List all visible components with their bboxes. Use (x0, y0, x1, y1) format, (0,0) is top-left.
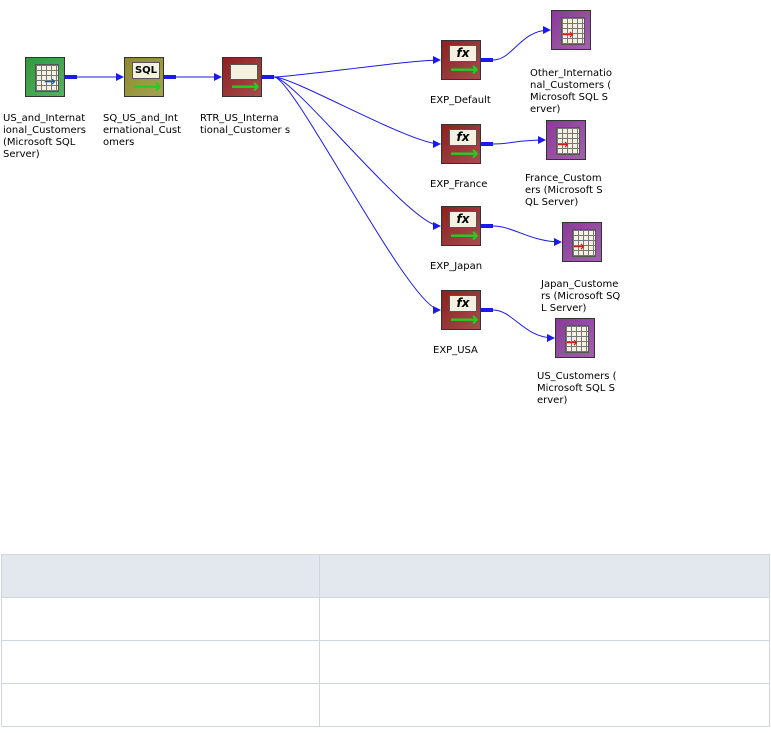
table-row (1, 640, 770, 684)
node-label-line: EXP_Default (430, 95, 491, 106)
node-label-line: omers (103, 137, 135, 148)
table-grid-icon: → (561, 17, 585, 45)
node-label: EXP_Default (430, 95, 491, 107)
table-cell (1, 597, 320, 641)
node-label-line: Microsoft SQL S (530, 92, 609, 103)
node-exp-default[interactable]: fx ⟶ (441, 40, 481, 80)
green-arrow-icon: ⟶ (450, 141, 479, 165)
table-cell (1, 640, 320, 684)
node-label: EXP_Japan (430, 261, 482, 273)
node-sq[interactable]: SQL ⟶ (124, 57, 164, 97)
node-src[interactable]: → (25, 57, 65, 97)
table-grid-icon: → (572, 229, 596, 257)
node-label-line: L Server) (541, 303, 587, 314)
node-label-line: Other_Internatio (530, 68, 612, 79)
node-label: US_Customers (Microsoft SQL Server) (537, 371, 617, 407)
node-label-line: France_Custom (525, 173, 602, 184)
node-label-line: SQ_US_and_Int (103, 113, 178, 124)
node-label: Other_Internatio nal_Customers (Microsoft… (530, 68, 612, 116)
node-label-line: EXP_Japan (430, 261, 483, 272)
node-label-line: ernational_Cust (103, 125, 182, 136)
arrow-in-icon: → (566, 335, 578, 351)
output-port[interactable] (481, 58, 493, 62)
node-label-line: Microsoft SQL S (537, 383, 616, 394)
edge-exp-default-to-tgt-other (492, 26, 551, 61)
output-port[interactable] (481, 142, 493, 146)
table-cell (1, 683, 320, 727)
table-grid-icon: → (556, 127, 580, 155)
node-tgt-japan[interactable]: → (562, 222, 602, 262)
output-port[interactable] (262, 75, 274, 79)
table-header-cell (1, 554, 320, 598)
node-label-line: Japan_Custome (541, 279, 619, 290)
node-label-line: EXP_USA (433, 345, 478, 356)
node-label-line: US_and_Internat (3, 113, 86, 124)
table-header-row (1, 554, 770, 598)
node-label-line: QL Server) (525, 197, 579, 208)
arrow-in-icon: → (562, 27, 574, 43)
node-label-line: Server) (3, 149, 40, 160)
table-row (1, 683, 770, 727)
node-label: Japan_Custome rs (Microsoft SQ L Server) (541, 279, 620, 315)
node-exp-france[interactable]: fx ⟶ (441, 124, 481, 164)
node-label-line: (Microsoft SQL (3, 137, 76, 148)
arrow-in-icon: → (557, 137, 569, 153)
table-cell (319, 640, 770, 684)
edge-rtr-to-exp-japan (273, 76, 441, 230)
table-grid-icon: → (35, 64, 59, 92)
table-cell (319, 683, 770, 727)
node-exp-japan[interactable]: fx ⟶ (441, 206, 481, 246)
node-label: SQ_US_and_Int ernational_Cust omers (103, 113, 181, 149)
table-grid-icon: → (565, 325, 589, 353)
green-arrow-icon: ⟶ (450, 57, 479, 81)
node-label-line: ional_Customers (3, 125, 86, 136)
node-label-line: nal_Customers ( (530, 80, 612, 91)
green-arrow-icon: ⟶ (450, 223, 479, 247)
edge-exp-japan-to-tgt-japan (492, 225, 562, 246)
output-port[interactable] (65, 75, 77, 79)
node-label: US_and_Internat ional_Customers (Microsoft… (3, 113, 86, 161)
node-label: EXP_France (430, 179, 487, 191)
green-arrow-icon: ⟶ (133, 74, 162, 98)
edge-rtr-to-exp-france (273, 76, 441, 148)
table-cell (319, 597, 770, 641)
green-arrow-icon: ⟶ (231, 74, 260, 98)
green-arrow-icon: ⟶ (450, 307, 479, 331)
node-label: RTR_US_Interna tional_Customer s (200, 113, 290, 137)
node-label-line: erver) (537, 395, 568, 406)
output-port[interactable] (481, 224, 493, 228)
edge-exp-france-to-tgt-france (492, 136, 546, 145)
node-tgt-france[interactable]: → (546, 120, 586, 160)
node-label-line: tional_Customer s (200, 125, 291, 136)
output-port[interactable] (164, 75, 176, 79)
output-port[interactable] (481, 308, 493, 312)
node-rtr[interactable]: ⟶ (222, 57, 262, 97)
node-exp-usa[interactable]: fx ⟶ (441, 290, 481, 330)
arrow-in-icon: → (573, 239, 585, 255)
node-label-line: ers (Microsoft S (525, 185, 603, 196)
node-tgt-other[interactable]: → (551, 10, 591, 50)
node-label-line: rs (Microsoft SQ (541, 291, 621, 302)
node-label: France_Custom ers (Microsoft S QL Server) (525, 173, 603, 209)
node-label: EXP_USA (433, 345, 478, 357)
node-tgt-us[interactable]: → (555, 318, 595, 358)
node-label-line: US_Customers ( (537, 371, 617, 382)
properties-table (1, 554, 770, 727)
arrow-out-icon: → (44, 74, 56, 90)
node-label-line: RTR_US_Interna (200, 113, 279, 124)
edge-rtr-to-exp-default (273, 56, 441, 78)
node-label-line: erver) (530, 104, 561, 115)
table-header-cell (319, 554, 770, 598)
node-label-line: EXP_France (430, 179, 488, 190)
table-row (1, 597, 770, 641)
